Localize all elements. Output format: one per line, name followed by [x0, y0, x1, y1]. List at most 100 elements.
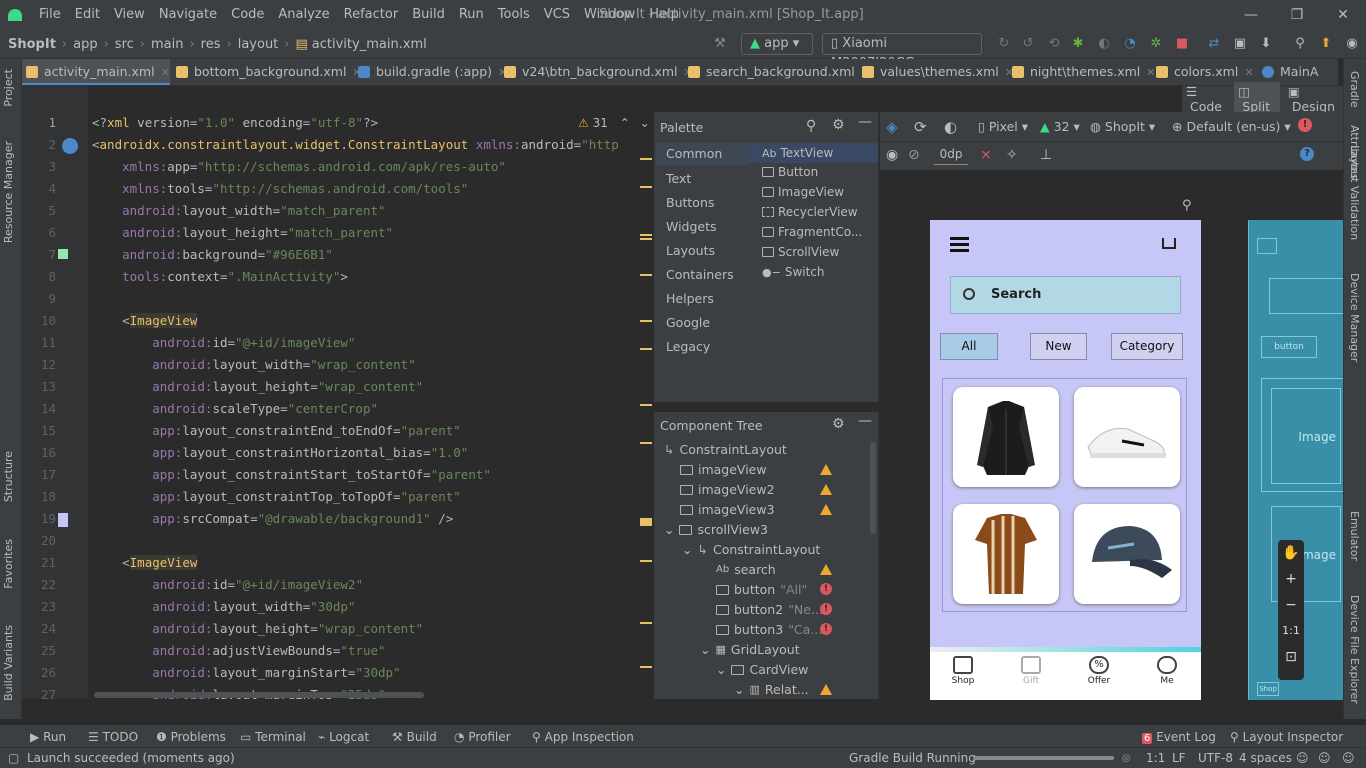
tree-node-imageview2[interactable]: imageView2	[680, 482, 775, 497]
tree-scrollbar[interactable]	[870, 442, 876, 534]
device-manager-icon[interactable]: ▣	[1232, 36, 1248, 52]
close-tab-icon[interactable]: ✕	[1244, 66, 1253, 79]
chevron-down-icon[interactable]: ⌄	[700, 642, 710, 657]
next-highlight-icon[interactable]: ⌄	[640, 116, 650, 130]
tree-node-button3[interactable]: button3 "Ca...	[716, 622, 822, 637]
apply-changes-icon[interactable]: ↺	[1020, 36, 1036, 52]
inspection-widget[interactable]: ⚠ 31 ⌃ ⌄	[578, 116, 650, 130]
default-margin-field[interactable]: 0dp	[934, 147, 968, 165]
nav-shop[interactable]: Shop	[930, 656, 996, 696]
previous-highlight-icon[interactable]: ⌃	[620, 116, 630, 130]
breadcrumb-file[interactable]: activity_main.xml	[312, 37, 427, 52]
tree-node-gridlayout[interactable]: ⌄ ▦ GridLayout	[700, 642, 800, 657]
sdk-manager-icon[interactable]: ⬇	[1258, 36, 1274, 52]
palette-category-legacy[interactable]: Legacy	[666, 339, 710, 354]
zoom-actual-size-button[interactable]: 1:1	[1278, 618, 1304, 644]
nav-me[interactable]: Me	[1134, 656, 1200, 696]
warning-marker[interactable]	[640, 320, 652, 322]
palette-category-text[interactable]: Text	[666, 171, 691, 186]
warning-marker[interactable]	[640, 666, 652, 668]
build-variants-tool[interactable]: Build Variants	[2, 625, 15, 701]
stop-icon[interactable]: ■	[1174, 36, 1190, 52]
attach-debugger-icon[interactable]: ◐	[1096, 36, 1112, 52]
zoom-out-button[interactable]: −	[1278, 592, 1304, 618]
product-card-jacket[interactable]	[953, 387, 1059, 487]
warning-marker[interactable]	[640, 274, 652, 276]
tab-btn-background[interactable]: v24\btn_background.xml✕	[500, 59, 693, 85]
breadcrumb-app[interactable]: app	[73, 37, 97, 52]
palette-category-buttons[interactable]: Buttons	[666, 195, 714, 210]
tab-bottom-background[interactable]: bottom_background.xml✕	[172, 59, 362, 85]
menu-tools[interactable]: Tools	[491, 0, 537, 30]
breadcrumb-src[interactable]: src	[115, 37, 134, 52]
design-mode-button[interactable]: ▣ Design	[1284, 82, 1343, 116]
device-select[interactable]: ▯ Pixel ▾	[978, 119, 1028, 134]
nav-gift[interactable]: Gift	[998, 656, 1064, 696]
horizontal-scrollbar[interactable]	[94, 692, 424, 698]
project-tool[interactable]: Project	[2, 69, 15, 107]
background-task[interactable]: Gradle Build Running	[849, 748, 976, 768]
error-icon[interactable]: !	[820, 623, 832, 635]
palette-category-common[interactable]: Common	[656, 143, 750, 165]
breadcrumb-res[interactable]: res	[201, 37, 221, 52]
warning-marker[interactable]	[640, 622, 652, 624]
zoom-in-button[interactable]: +	[1278, 566, 1304, 592]
guidelines-icon[interactable]: ⊥	[1040, 147, 1052, 163]
zoom-fit-button[interactable]: ⊡	[1278, 644, 1304, 670]
feedback-icon[interactable]: ☺	[1318, 748, 1331, 768]
palette-item-fragment[interactable]: FragmentCo...	[762, 225, 862, 239]
line-separator[interactable]: LF	[1172, 748, 1186, 768]
palette-item-button[interactable]: Button	[762, 165, 818, 179]
file-encoding[interactable]: UTF-8	[1198, 748, 1233, 768]
tree-node-cardview[interactable]: ⌄ CardView	[716, 662, 808, 677]
tree-node-imageview[interactable]: imageView	[680, 462, 767, 477]
search-bar[interactable]: Search	[950, 276, 1181, 314]
menu-run[interactable]: Run	[452, 0, 491, 30]
apply-code-changes-icon[interactable]: ⟲	[1046, 36, 1062, 52]
palette-item-textview[interactable]: Ab TextView	[750, 143, 878, 163]
warning-marker[interactable]	[640, 234, 652, 236]
build-tool[interactable]: ⚒ Build	[392, 725, 437, 749]
split-mode-button[interactable]: ◫ Split	[1234, 82, 1280, 116]
gradle-tool[interactable]: Gradle	[1348, 71, 1361, 108]
warning-marker[interactable]	[640, 442, 652, 444]
account-icon[interactable]: ◉	[1344, 36, 1360, 52]
error-icon[interactable]: !	[820, 603, 832, 615]
attach-icon[interactable]: ✲	[1148, 36, 1164, 52]
palette-item-recyclerview[interactable]: RecyclerView	[762, 205, 858, 219]
image-preview-icon[interactable]	[58, 513, 68, 527]
code-editor[interactable]: 1 2 3 4 5 6 7 8 9 10 11 12 13 14 15 16 17 18 19 20 21 22 23 24 2…	[22, 86, 654, 699]
autoconnect-icon[interactable]: ⊘	[908, 147, 920, 163]
category-button[interactable]: Category	[1111, 333, 1183, 360]
eye-icon[interactable]: ◉	[886, 147, 898, 163]
tab-build-gradle[interactable]: build.gradle (:app) ✕	[354, 59, 516, 85]
minimize-panel-icon[interactable]: —	[858, 413, 872, 429]
device-file-explorer-tool[interactable]: Device File Explorer	[1348, 595, 1361, 704]
minimize-button[interactable]: —	[1228, 0, 1274, 30]
structure-tool[interactable]: Structure	[2, 451, 15, 502]
tree-node-scrollview3[interactable]: ⌄ scrollView3	[664, 522, 768, 537]
menu-view[interactable]: View	[107, 0, 152, 30]
api-level-select[interactable]: ▲ 32 ▾	[1040, 119, 1080, 134]
tree-node-search[interactable]: Ab search	[716, 562, 776, 577]
menu-build[interactable]: Build	[405, 0, 452, 30]
pan-icon[interactable]: ✋	[1278, 540, 1304, 566]
warning-marker[interactable]	[640, 560, 652, 562]
toggle-tool-windows-icon[interactable]: ▢	[8, 748, 19, 768]
pin-icon[interactable]: ⚲	[1182, 198, 1192, 213]
problems-tool[interactable]: ❶ Problems	[156, 725, 226, 749]
close-window-button[interactable]: ✕	[1320, 0, 1366, 30]
palette-category-widgets[interactable]: Widgets	[666, 219, 717, 234]
error-icon[interactable]: !	[820, 583, 832, 595]
sync-gradle-icon[interactable]: ⇄	[1206, 36, 1222, 52]
run-tool[interactable]: ▶ Run	[30, 725, 66, 749]
nav-offer[interactable]: % Offer	[1066, 656, 1132, 696]
warning-icon[interactable]	[820, 504, 832, 515]
minimize-panel-icon[interactable]: —	[858, 114, 872, 130]
rerun-icon[interactable]: ↻	[996, 36, 1012, 52]
run-config-select[interactable]: ▲ app ▾	[741, 33, 813, 55]
new-button[interactable]: New	[1030, 333, 1087, 360]
chevron-down-icon[interactable]: ⌄	[716, 662, 726, 677]
app-inspection-tool[interactable]: ⚲ App Inspection	[532, 725, 634, 749]
tab-activity-main[interactable]: activity_main.xml ✕	[22, 59, 170, 85]
